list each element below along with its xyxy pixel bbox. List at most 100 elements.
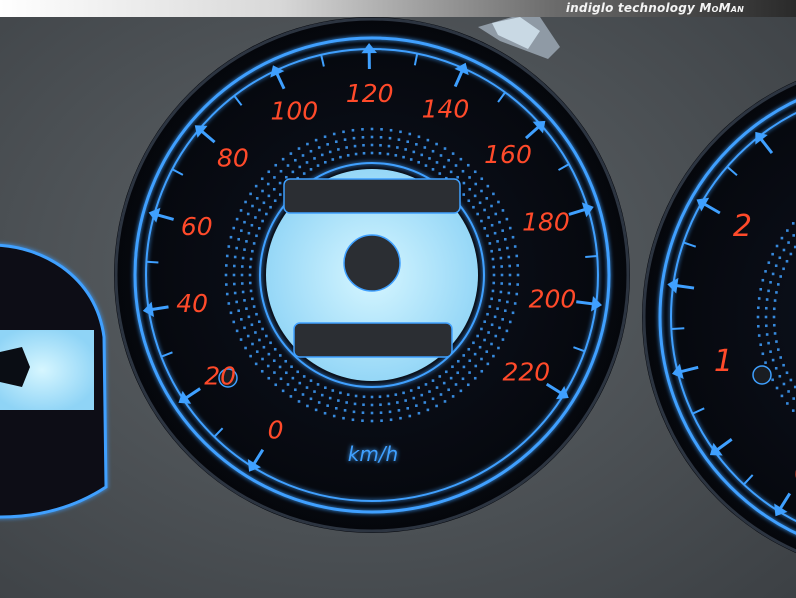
dot-mark — [267, 170, 271, 174]
dot-mark — [278, 354, 282, 357]
dot-mark — [498, 248, 501, 251]
dot-mark — [232, 282, 236, 286]
dot-mark — [386, 394, 390, 398]
dot-mark — [235, 300, 238, 304]
dot-mark — [269, 205, 272, 209]
dot-mark — [508, 226, 512, 230]
dot-mark — [379, 403, 382, 407]
dot-mark — [261, 219, 264, 223]
dot-mark — [273, 199, 277, 203]
dot-mark — [354, 152, 358, 156]
dot-mark — [297, 400, 301, 403]
dot-mark — [782, 267, 785, 271]
dot-mark — [345, 401, 348, 404]
dot-mark — [426, 408, 430, 412]
dot-mark — [379, 143, 382, 147]
speed-numeral: 120 — [346, 79, 394, 108]
dot-mark — [515, 292, 519, 296]
dot-mark — [248, 273, 252, 277]
dot-mark — [467, 199, 471, 203]
dot-mark — [306, 142, 309, 146]
dot-mark — [488, 305, 492, 308]
dot-mark — [297, 147, 301, 150]
dot-mark — [267, 194, 271, 198]
dot-mark — [309, 149, 313, 153]
dot-mark — [764, 306, 768, 310]
dot-mark — [769, 281, 772, 284]
dot-mark — [298, 165, 302, 169]
dot-mark — [780, 394, 784, 398]
dot-mark — [229, 311, 233, 315]
dot-mark — [233, 255, 237, 259]
dot-mark — [244, 200, 247, 204]
dot-mark — [251, 342, 254, 346]
dot-mark — [431, 149, 435, 153]
dot-mark — [274, 383, 278, 387]
speed-numeral: 80 — [217, 144, 249, 173]
speed-numeral: 180 — [522, 208, 570, 237]
dot-mark — [438, 172, 442, 175]
dot-mark — [486, 184, 490, 188]
dot-mark — [370, 411, 374, 415]
dot-mark — [229, 235, 233, 239]
upper-display-window — [283, 178, 461, 214]
dot-mark — [785, 371, 789, 375]
dot-mark — [501, 318, 504, 321]
dot-mark — [397, 409, 401, 412]
dot-mark — [246, 212, 250, 216]
dot-mark — [468, 176, 471, 179]
dot-mark — [476, 334, 479, 338]
dot-mark — [412, 396, 416, 400]
dot-mark — [443, 400, 447, 403]
dot-mark — [791, 409, 795, 412]
dot-mark — [247, 231, 251, 235]
dot-mark — [302, 172, 306, 175]
dot-mark — [251, 249, 254, 253]
dot-mark — [439, 154, 443, 157]
dot-mark — [499, 256, 503, 260]
speed-numeral: 20 — [204, 361, 236, 390]
dot-mark — [444, 370, 448, 374]
dot-mark — [426, 138, 430, 142]
speed-numeral: 0 — [268, 415, 284, 444]
dot-mark — [404, 148, 407, 151]
dot-mark — [331, 158, 335, 161]
dot-mark — [409, 158, 413, 161]
dot-mark — [513, 245, 517, 248]
dot-mark — [278, 181, 282, 185]
dot-mark — [227, 245, 231, 248]
dot-mark — [279, 377, 283, 381]
dot-mark — [258, 338, 261, 342]
dot-mark — [351, 418, 355, 422]
dot-mark — [492, 192, 495, 196]
dot-mark — [351, 128, 355, 132]
dot-mark — [506, 300, 509, 304]
dot-mark — [492, 273, 496, 277]
dot-mark — [339, 155, 342, 159]
dot-mark — [787, 241, 790, 244]
dot-mark — [370, 143, 374, 147]
dot-mark — [394, 154, 398, 157]
dot-mark — [262, 201, 266, 205]
dot-mark — [476, 212, 479, 216]
dot-mark — [466, 163, 470, 167]
dot-mark — [765, 333, 769, 336]
dot-mark — [424, 164, 428, 167]
dot-mark — [515, 254, 519, 258]
dot-mark — [267, 352, 271, 356]
dot-mark — [417, 386, 420, 390]
dot-mark — [240, 273, 244, 277]
dot-mark — [772, 315, 776, 319]
dot-mark — [772, 323, 776, 327]
dot-mark — [305, 386, 309, 389]
dot-mark — [261, 357, 264, 361]
dot-mark — [324, 386, 327, 390]
dot-mark — [472, 341, 475, 345]
dot-mark — [431, 379, 435, 382]
dot-mark — [483, 208, 486, 212]
speed-numeral: 200 — [529, 285, 577, 314]
dot-mark — [775, 386, 779, 390]
dot-mark — [498, 220, 501, 224]
dot-mark — [353, 402, 357, 406]
dot-mark — [388, 410, 392, 414]
